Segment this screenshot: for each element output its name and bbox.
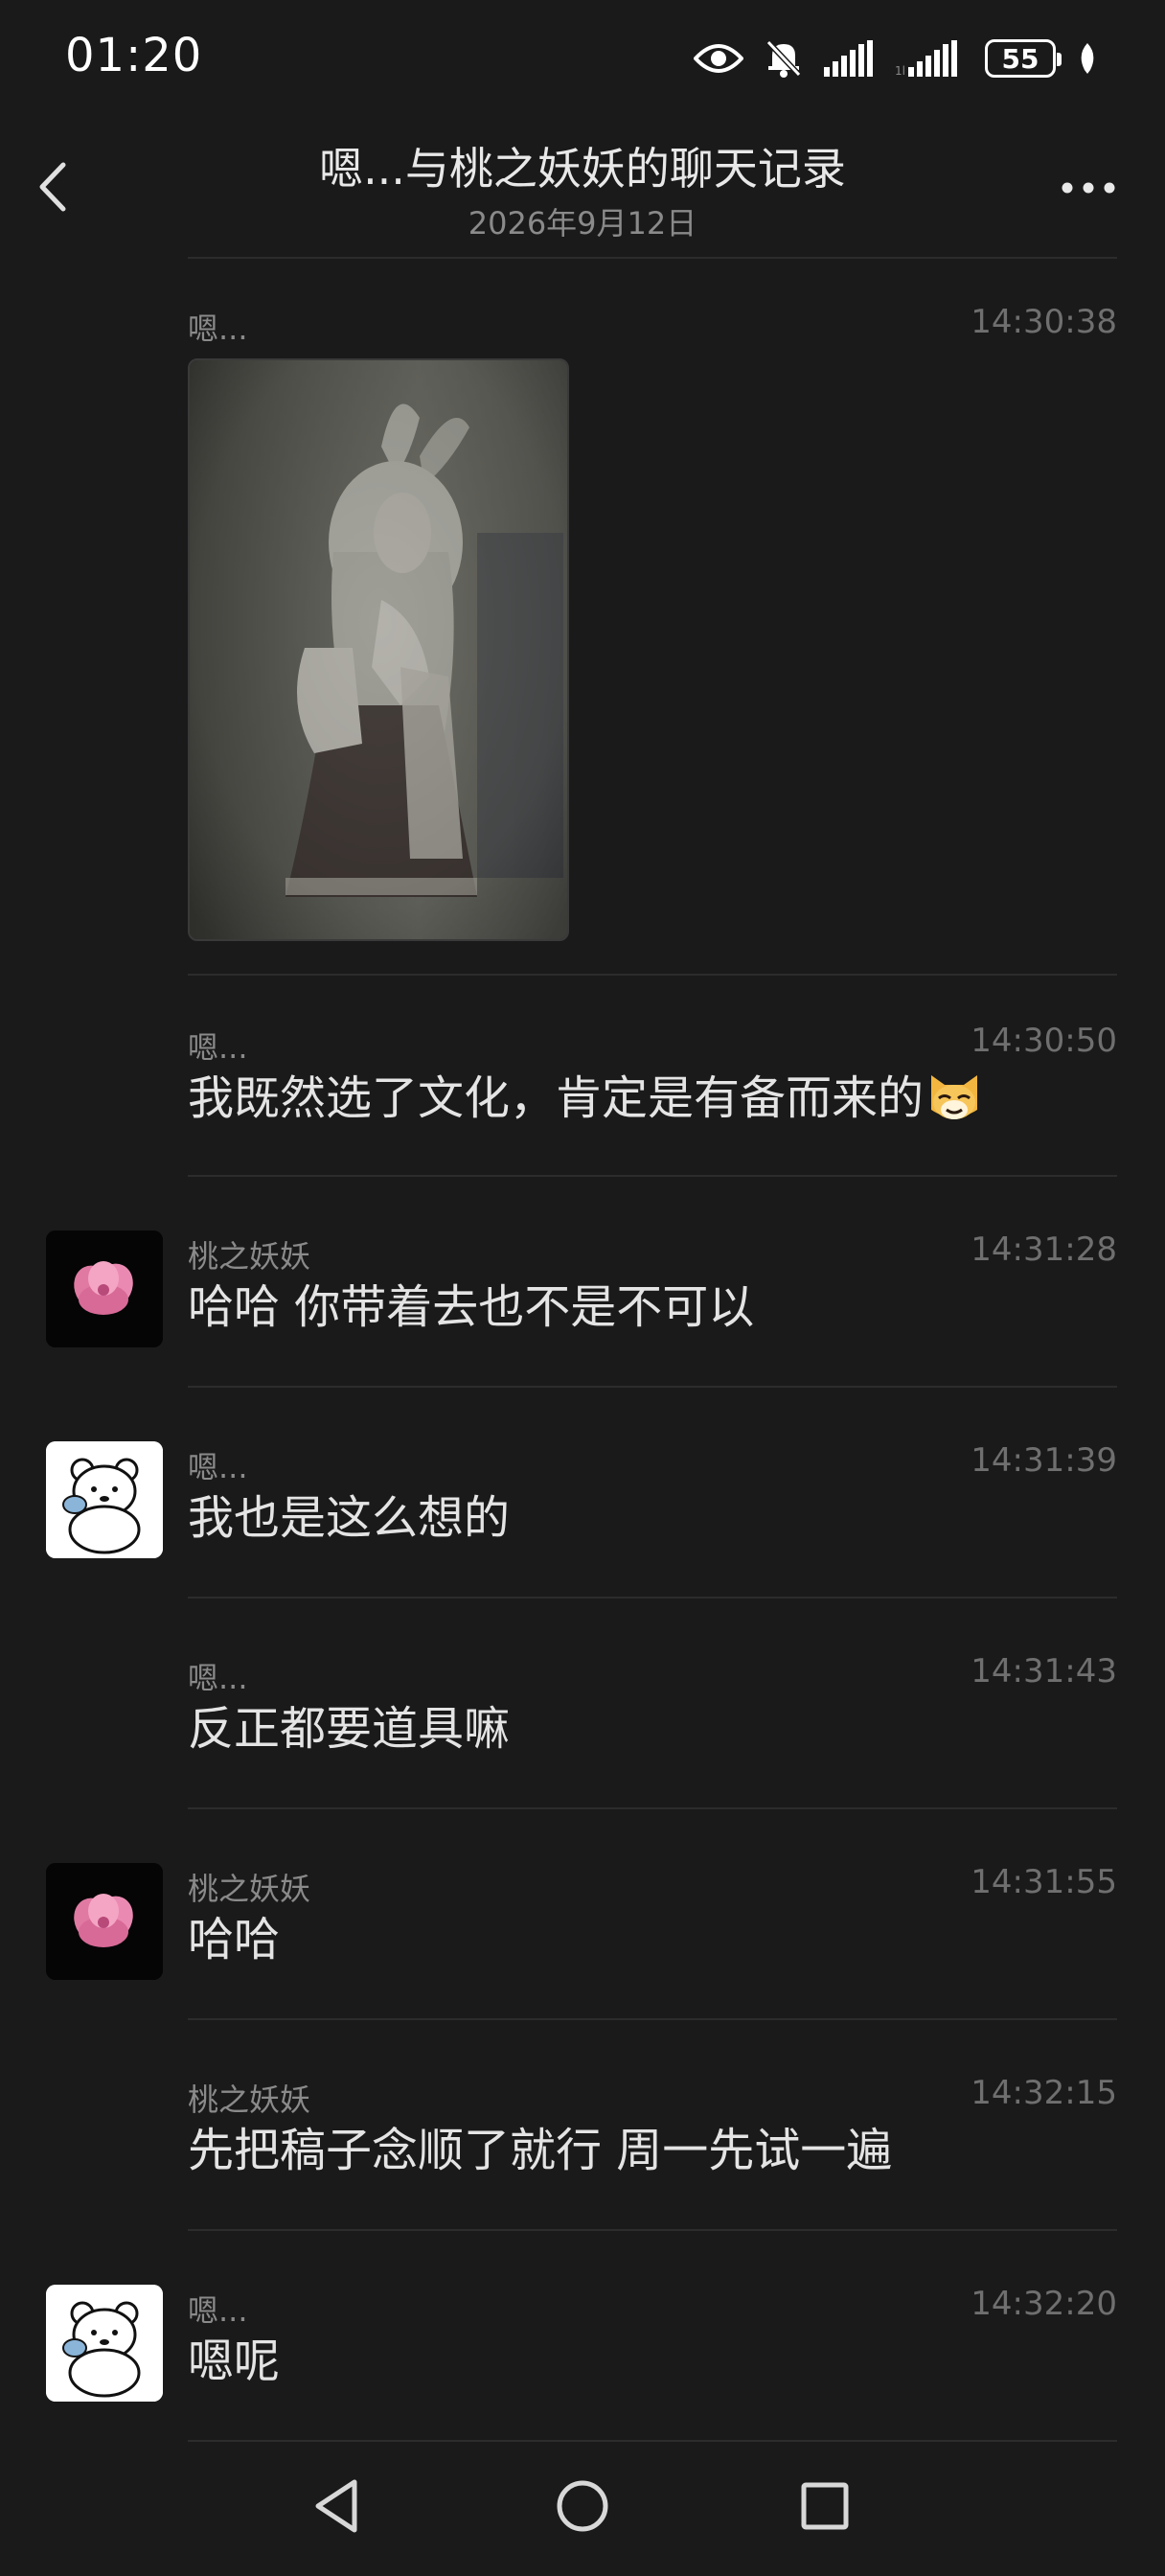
message-time: 14:30:38 <box>971 303 1117 341</box>
message-text-content: 我既然选了文化，肯定是有备而来的 <box>188 1071 925 1125</box>
divider <box>188 257 1117 259</box>
svg-text:1l: 1l <box>895 64 905 77</box>
bear-avatar[interactable] <box>46 2285 163 2402</box>
message-time: 14:32:15 <box>971 2074 1117 2112</box>
photo-message[interactable] <box>188 358 569 941</box>
sender-name: 嗯... <box>188 310 248 347</box>
divider <box>188 1807 1117 1809</box>
message-text: 我既然选了文化，肯定是有备而来的 <box>188 1060 983 1135</box>
signal-icon-2: 1l <box>895 40 964 77</box>
message-time: 14:32:20 <box>971 2285 1117 2323</box>
page-title: 嗯...与桃之妖妖的聊天记录 <box>319 143 846 195</box>
divider <box>188 974 1117 976</box>
message-text: 嗯呢 <box>188 2334 281 2388</box>
message-text: 我也是这么想的 <box>188 1491 511 1545</box>
message-time: 14:31:43 <box>971 1652 1117 1690</box>
divider <box>188 1597 1117 1598</box>
message-text: 哈哈 你带着去也不是不可以 <box>188 1280 755 1334</box>
chat-date: 2026年9月12日 <box>468 205 697 242</box>
leaf-icon <box>1077 41 1098 76</box>
battery-icon: 55 <box>985 39 1062 78</box>
message-text: 反正都要道具嘛 <box>188 1702 511 1756</box>
bear-avatar[interactable] <box>46 1441 163 1558</box>
status-bar: 01:20 1l 55 <box>0 0 1165 115</box>
message-time: 14:31:28 <box>971 1230 1117 1269</box>
photo-image <box>190 360 567 939</box>
divider <box>188 1175 1117 1177</box>
cat-face-emoji <box>925 1068 983 1135</box>
title-bar: 嗯...与桃之妖妖的聊天记录 2026年9月12日 <box>0 115 1165 257</box>
battery-level: 55 <box>1001 42 1039 75</box>
message-time: 14:31:55 <box>971 1863 1117 1901</box>
eye-icon <box>694 41 743 76</box>
flower-avatar[interactable] <box>46 1230 163 1347</box>
divider <box>188 1386 1117 1388</box>
divider <box>188 2229 1117 2231</box>
flower-avatar[interactable] <box>46 1863 163 1980</box>
home-circle-icon[interactable] <box>549 2472 616 2540</box>
status-time: 01:20 <box>65 29 203 82</box>
recents-square-icon[interactable] <box>791 2472 858 2540</box>
more-button[interactable] <box>1060 178 1117 197</box>
navigation-bar <box>0 2434 1165 2576</box>
message-time: 14:30:50 <box>971 1022 1117 1060</box>
message-text: 先把稿子念顺了就行 周一先试一遍 <box>188 2124 893 2177</box>
divider <box>188 2018 1117 2020</box>
signal-icon <box>824 40 874 77</box>
message-text: 哈哈 <box>188 1913 281 1966</box>
message-time: 14:31:39 <box>971 1441 1117 1480</box>
more-dots-icon <box>1062 182 1115 194</box>
status-icons: 1l 55 <box>694 34 1098 82</box>
bell-off-icon <box>765 38 803 79</box>
back-triangle-icon[interactable] <box>305 2472 372 2540</box>
